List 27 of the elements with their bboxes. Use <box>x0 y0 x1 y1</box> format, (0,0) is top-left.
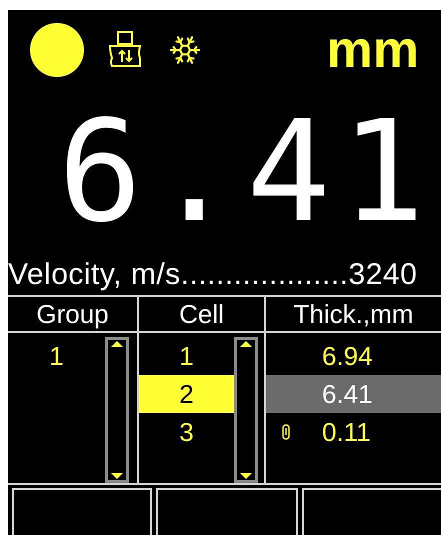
snowflake-icon <box>168 33 202 67</box>
column-header: Group <box>36 301 109 327</box>
thickness-value: 6.94 <box>321 343 373 369</box>
cell-item[interactable]: 1 <box>139 337 234 375</box>
cell-item[interactable]: 2 <box>139 375 234 413</box>
scroll-bar[interactable] <box>234 337 258 483</box>
thickness-reading: 6.41 <box>58 102 435 242</box>
thickness-row[interactable]: 6.94 <box>266 337 441 375</box>
up-arrow-icon[interactable] <box>110 340 124 348</box>
softkey-button[interactable] <box>302 488 441 535</box>
unit-label: mm <box>326 24 419 76</box>
down-arrow-icon[interactable] <box>239 472 253 480</box>
thickness-value: 6.41 <box>321 381 373 407</box>
up-arrow-icon[interactable] <box>239 340 253 348</box>
column-header: Cell <box>179 301 224 327</box>
thickness-value: 0.11 <box>321 419 371 445</box>
thickness-row[interactable]: 0.11 <box>266 413 441 451</box>
cell-item[interactable]: 3 <box>139 413 234 451</box>
softkey-button[interactable] <box>12 488 152 535</box>
thickness-row[interactable]: 6.41 <box>266 375 441 413</box>
group-item[interactable]: 1 <box>8 337 105 375</box>
column-header: Thick.,mm <box>294 301 414 327</box>
down-arrow-icon[interactable] <box>110 472 124 480</box>
probe-icon <box>108 30 144 70</box>
scroll-bar[interactable] <box>105 337 129 483</box>
softkey-button[interactable] <box>156 488 298 535</box>
velocity-line: Velocity, m/s...................3240 <box>8 260 418 290</box>
